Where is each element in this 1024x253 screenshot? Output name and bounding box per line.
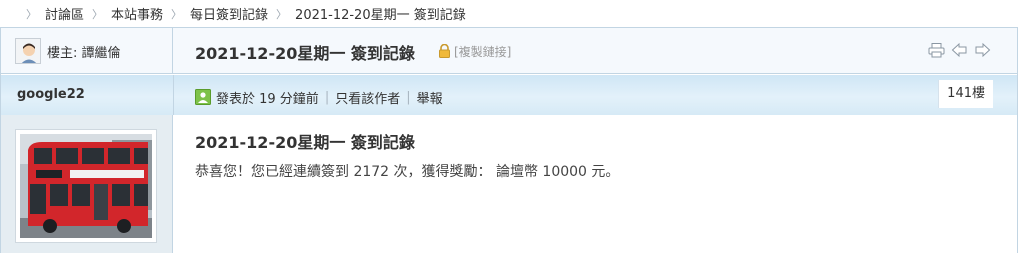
author-avatar[interactable] bbox=[15, 129, 157, 243]
report-link[interactable]: 舉報 bbox=[417, 88, 443, 107]
post-title: 2021-12-20星期一 簽到記錄 bbox=[195, 133, 415, 152]
breadcrumb-separator: 〉 bbox=[92, 7, 104, 21]
breadcrumb-separator: 〉 bbox=[171, 7, 183, 21]
thread-tools bbox=[928, 42, 991, 58]
post-row: 2021-12-20星期一 簽到記錄 恭喜您！您已經連續簽到 2172 次，獲得… bbox=[1, 115, 1017, 253]
lock-icon bbox=[438, 43, 451, 58]
breadcrumb-separator: 〉 bbox=[26, 7, 37, 21]
meta-separator: | bbox=[406, 90, 411, 105]
print-icon[interactable] bbox=[928, 42, 945, 58]
author-name-link[interactable]: google22 bbox=[17, 87, 85, 102]
floor-number[interactable]: 141樓 bbox=[938, 80, 993, 108]
post-author-bar: google22 發表於 19 分鐘前 | 只看該作者 | 舉報 141樓 bbox=[1, 75, 1017, 115]
host-avatar[interactable] bbox=[15, 38, 41, 64]
meta-separator: | bbox=[324, 90, 330, 105]
bus-avatar-image bbox=[20, 134, 152, 238]
copy-link-button[interactable]: [複製鏈接] bbox=[454, 43, 511, 60]
thread-host: 樓主: 譚繼倫 bbox=[1, 28, 173, 74]
online-status-icon bbox=[195, 89, 211, 105]
post-meta: 發表於 19 分鐘前 | 只看該作者 | 舉報 bbox=[216, 88, 443, 107]
prev-thread-icon[interactable] bbox=[951, 42, 968, 58]
breadcrumb-current: 2021-12-20星期一 簽到記錄 bbox=[295, 8, 466, 23]
column-divider bbox=[173, 75, 174, 115]
thread-title: 2021-12-20星期一 簽到記錄 bbox=[195, 44, 415, 63]
thread-table: 樓主: 譚繼倫 2021-12-20星期一 簽到記錄 [複製鏈接] google… bbox=[0, 27, 1018, 253]
breadcrumb: 〉 討論區 〉 本站事務 〉 每日簽到記錄 〉 2021-12-20星期一 簽到… bbox=[0, 0, 1024, 27]
post-time: 發表於 19 分鐘前 bbox=[216, 92, 319, 107]
next-thread-icon[interactable] bbox=[974, 42, 991, 58]
breadcrumb-daily-checkin[interactable]: 每日簽到記錄 bbox=[190, 4, 268, 23]
breadcrumb-site-affairs[interactable]: 本站事務 bbox=[111, 4, 163, 23]
breadcrumb-separator: 〉 bbox=[276, 7, 288, 21]
author-sidebar bbox=[1, 115, 173, 253]
post-content: 恭喜您！您已經連續簽到 2172 次，獲得獎勵： 論壇幣 10000 元。 bbox=[195, 164, 620, 180]
host-label[interactable]: 樓主: 譚繼倫 bbox=[47, 42, 121, 61]
thread-header: 樓主: 譚繼倫 2021-12-20星期一 簽到記錄 [複製鏈接] bbox=[1, 28, 1017, 74]
only-author-link[interactable]: 只看該作者 bbox=[335, 88, 400, 107]
breadcrumb-forum[interactable]: 討論區 bbox=[45, 4, 84, 23]
